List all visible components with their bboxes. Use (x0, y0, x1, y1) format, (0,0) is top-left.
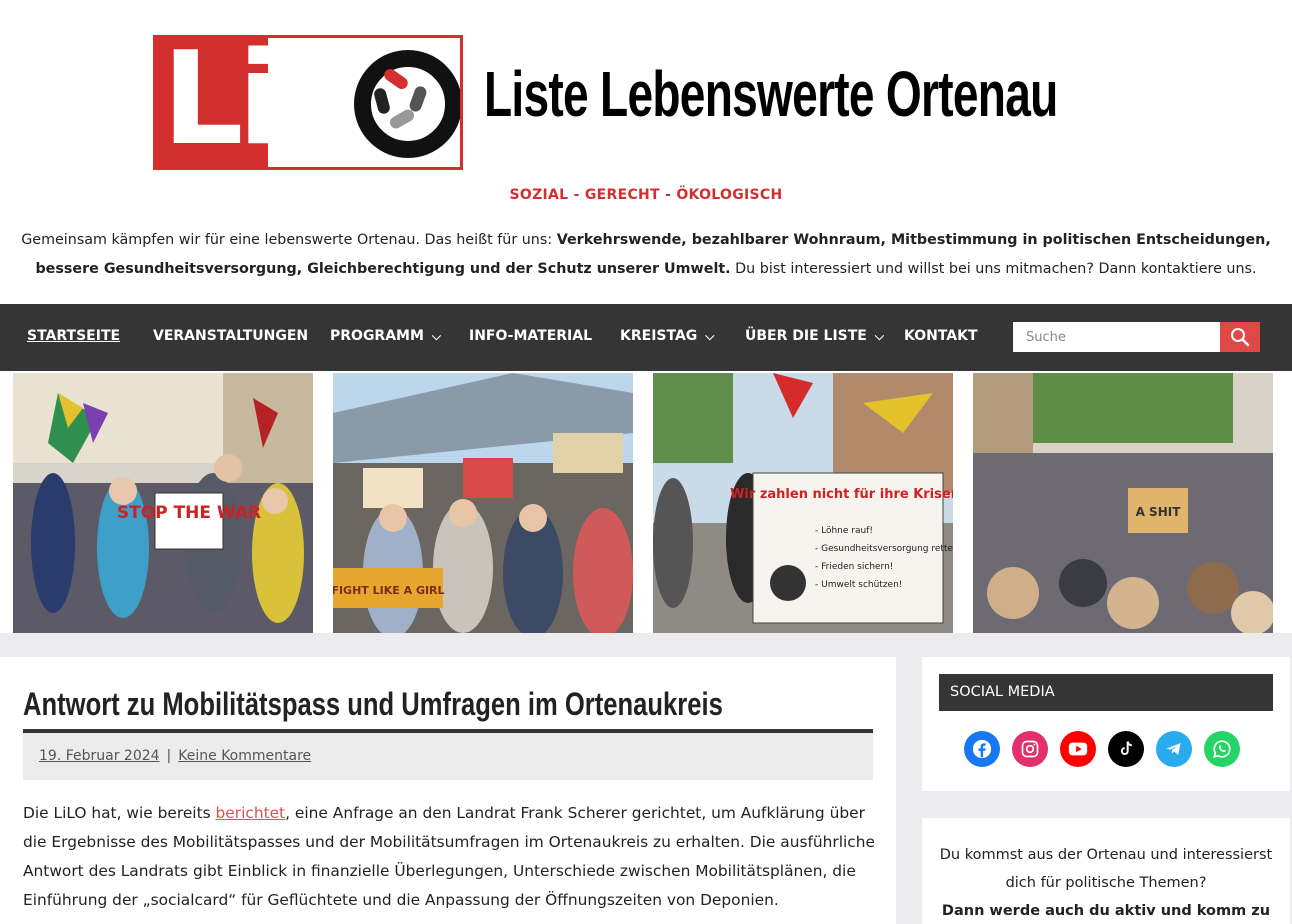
nav-item-label: PROGRAMM (330, 328, 424, 344)
join-widget-callout: Dann werde auch du aktiv und komm zu (941, 903, 1271, 919)
banner-photo-1: STOP THE WAR (13, 373, 313, 633)
banner-photo-1-sign: STOP THE WAR (117, 503, 261, 523)
site-tagline: SOZIAL - GERECHT - ÖKOLOGISCH (509, 187, 783, 203)
search-icon (1231, 328, 1250, 347)
chevron-down-icon: ⌵ (874, 329, 884, 343)
banner-photo-3: Wir zahlen nicht für ihre Krisen! - Löhn… (653, 373, 953, 633)
banner-photo-2-sign: FIGHT LIKE A GIRL (333, 584, 445, 597)
post-inline-link[interactable]: berichtet (216, 804, 286, 822)
logo-text-li: Li (162, 35, 281, 170)
post-comments-link[interactable]: Keine Kommentare (178, 748, 311, 764)
banner-photo-3-line-1: - Löhne rauf! (815, 526, 873, 536)
nav-item-kontakt[interactable]: KONTAKT (904, 304, 978, 371)
banner-photo-3-line-3: - Frieden sichern! (815, 562, 893, 572)
banner-photo-3-line-4: - Umwelt schützen! (815, 580, 902, 590)
nav-item-label: STARTSEITE (27, 328, 121, 344)
banner-photo-3-line-2: - Gesundheitsversorgung retten! (815, 544, 953, 554)
post-excerpt: Die LiLO hat, wie bereits berichtet, ein… (23, 799, 883, 915)
nav-item-veranstaltungen[interactable]: VERANSTALTUNGEN (153, 304, 308, 371)
banner-photo-2: FIGHT LIKE A GIRL (333, 373, 633, 633)
nav-item-label: KONTAKT (904, 328, 978, 344)
instagram-icon[interactable] (1012, 731, 1048, 767)
intro-text: Gemeinsam kämpfen wir für eine lebenswer… (0, 226, 1292, 284)
intro-text-part-2: Du bist interessiert und willst bei uns … (730, 261, 1257, 277)
search-button[interactable] (1220, 322, 1260, 352)
tiktok-icon[interactable] (1108, 731, 1144, 767)
nav-item-label: INFO-MATERIAL (469, 328, 592, 344)
telegram-icon[interactable] (1156, 731, 1192, 767)
site-header: Li Liste Lebenswerte Ortenau SOZIAL - GE… (0, 0, 1292, 304)
post-date-link[interactable]: 19. Februar 2024 (39, 748, 160, 764)
nav-item-kreistag[interactable]: KREISTAG ⌵ (620, 304, 714, 371)
nav-item-programm[interactable]: PROGRAMM ⌵ (330, 304, 441, 371)
nav-item-label: KREISTAG (620, 328, 698, 344)
header-banner: STOP THE WAR FIGHT LIKE A GIRL Wir zahle… (0, 371, 1292, 633)
site-title[interactable]: Liste Lebenswerte Ortenau (484, 62, 1058, 126)
post-text-part-1: Die LiLO hat, wie bereits (23, 804, 216, 822)
social-media-title: SOCIAL MEDIA (939, 674, 1273, 711)
nav-item-ueber-die-liste[interactable]: ÜBER DIE LISTE ⌵ (745, 304, 884, 371)
meta-separator: | (166, 748, 172, 764)
banner-photo-3-title: Wir zahlen nicht für ihre Krisen! (730, 487, 953, 502)
post-title[interactable]: Antwort zu Mobilitätspass und Umfragen i… (23, 686, 723, 723)
search-input[interactable] (1013, 322, 1220, 352)
intro-text-part-1: Gemeinsam kämpfen wir für eine lebenswer… (21, 232, 557, 248)
post-meta: 19. Februar 2024 | Keine Kommentare (23, 733, 873, 780)
logo-hands-ring-icon (354, 50, 460, 158)
join-widget-text: Du kommst aus der Ortenau und interessie… (937, 841, 1275, 924)
nav-item-startseite[interactable]: STARTSEITE (27, 304, 120, 371)
facebook-icon[interactable] (964, 731, 1000, 767)
nav-item-label: VERANSTALTUNGEN (153, 328, 309, 344)
site-logo[interactable]: Li (153, 35, 463, 170)
banner-photo-4: A SHIT (973, 373, 1273, 633)
nav-item-label: ÜBER DIE LISTE (745, 328, 867, 344)
banner-photo-4-sign: A SHIT (1136, 505, 1182, 519)
youtube-icon[interactable] (1060, 731, 1096, 767)
join-widget-question: Du kommst aus der Ortenau und interessie… (939, 847, 1273, 891)
whatsapp-icon[interactable] (1204, 731, 1240, 767)
chevron-down-icon: ⌵ (431, 329, 442, 343)
nav-item-info-material[interactable]: INFO-MATERIAL (469, 304, 592, 371)
chevron-down-icon: ⌵ (705, 329, 715, 343)
search-form (1013, 322, 1260, 352)
